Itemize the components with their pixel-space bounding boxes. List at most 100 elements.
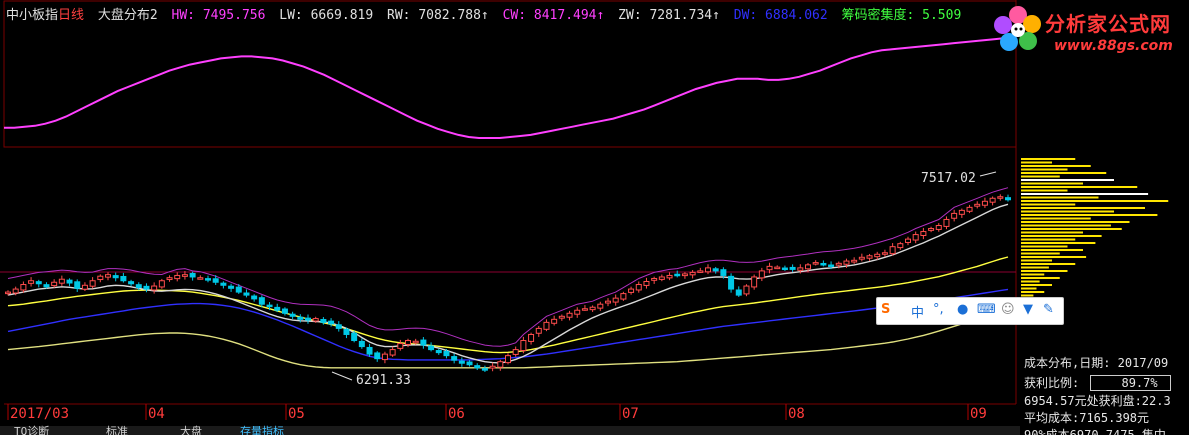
keyboard-icon[interactable]: ⌨ (977, 302, 996, 317)
cost-distribution-bar (1021, 179, 1114, 181)
candle-body (928, 228, 935, 231)
candle-body (251, 295, 258, 300)
ma-white-line (7, 203, 1009, 364)
candle-body (197, 277, 204, 280)
candle-body (235, 286, 242, 293)
logo-title: 分析家公式网 (1045, 12, 1171, 36)
candle-body (912, 234, 919, 241)
candle-body (181, 274, 188, 277)
candle-body (812, 262, 819, 265)
candle-body (374, 352, 381, 360)
candle-body (651, 277, 658, 281)
candle-body (328, 320, 335, 325)
candle-body (497, 361, 504, 368)
logo-url: www.88gs.com (1054, 38, 1173, 54)
candle-body (135, 284, 142, 289)
punctuation-toggle[interactable]: °, (933, 302, 944, 317)
cost-distribution-bar (1021, 252, 1060, 255)
cost-distribution-bar (1021, 273, 1045, 276)
period-label[interactable]: 日线 (58, 8, 84, 23)
tab-market[interactable]: 大盘 (180, 423, 202, 435)
candle-body (20, 284, 27, 291)
candle-body (874, 253, 881, 258)
candle-body (266, 304, 273, 308)
cost-distribution-bar (1021, 228, 1122, 230)
tab-standard[interactable]: 标准 (106, 423, 128, 435)
cost-distribution-bar (1021, 161, 1052, 164)
candle-body (405, 340, 411, 345)
candle-body (681, 273, 688, 277)
candle-body (574, 309, 581, 315)
candle-body (781, 267, 788, 271)
candle-body (320, 318, 327, 323)
ime-toolbar[interactable]: S 中 °, ● ⌨ ☺ ▼ ✎ (876, 297, 1064, 325)
cost-distribution-bar (1021, 217, 1091, 220)
candle-body (951, 212, 958, 219)
candle-body (274, 306, 281, 311)
candle-body (51, 281, 58, 287)
candle-body (974, 203, 981, 207)
candle-body (420, 339, 427, 346)
candle-body (89, 280, 96, 287)
candle-body (43, 284, 50, 288)
shirt-icon[interactable]: ▼ (1023, 302, 1033, 317)
cost-distribution-bar (1021, 256, 1087, 258)
cost-distribution-bar (1021, 200, 1169, 202)
low-marker-arrow (331, 371, 353, 381)
candle-body (428, 345, 435, 351)
candle-body (35, 281, 42, 285)
candle-body (612, 297, 619, 303)
candle-body (589, 306, 596, 311)
high-price-label: 7517.02 (921, 171, 976, 186)
candle-body (897, 243, 904, 249)
candle-body (474, 365, 481, 369)
indicator-name[interactable]: 大盘分布2 (98, 8, 158, 23)
candle-body (851, 259, 858, 263)
flower-logo-icon (994, 6, 1041, 51)
candle-body (835, 262, 842, 266)
cost-distribution-bar (1021, 186, 1138, 188)
candle-body (758, 270, 765, 279)
mic-icon[interactable]: ● (957, 302, 968, 317)
candle-body (551, 318, 558, 324)
ime-mode-toggle[interactable]: 中 (911, 302, 924, 321)
sogou-icon[interactable]: S (881, 302, 890, 317)
tab-tq-diagnosis[interactable]: TQ诊断 (14, 423, 49, 435)
candle-body (389, 349, 396, 356)
candle-body (966, 206, 973, 212)
candle-body (289, 313, 296, 317)
chart-canvas: 2017/03 04 05 06 07 08 09 (0, 0, 1169, 422)
wrench-icon[interactable]: ✎ (1043, 302, 1054, 317)
cost-distribution-bar (1021, 245, 1068, 248)
upper-indicator-line (4, 35, 1017, 139)
person-icon[interactable]: ☺ (1001, 302, 1015, 317)
high-marker-arrow (979, 171, 997, 177)
profit-ratio-label: 获利比例: (1024, 376, 1080, 390)
candle-body (166, 277, 173, 281)
candle-body (512, 349, 519, 355)
month-label: 07 (622, 406, 639, 422)
month-label: 05 (288, 406, 305, 422)
bottom-tab-bar: TQ诊断 标准 大盘 存量指标 (0, 423, 1020, 435)
hw-value: HW: 7495.756 (171, 8, 266, 23)
candle-body (1005, 197, 1011, 201)
candle-body (643, 281, 650, 286)
candle-body (720, 269, 727, 276)
candle-body (505, 355, 511, 364)
cost-distribution-bar (1021, 165, 1091, 167)
cost-distribution-bar (1021, 158, 1076, 160)
candle-body (705, 267, 711, 273)
tab-stock-indicator[interactable]: 存量指标 (240, 423, 284, 435)
resistance-band-line (7, 187, 1009, 347)
profit-at-price: 6954.57元处获利盘:22.3 (1024, 394, 1171, 408)
candle-body (243, 292, 250, 296)
cost-distribution-bar (1021, 221, 1130, 223)
candle-body (74, 281, 81, 289)
indicator-header: 中小板指日线 大盘分布2 HW: 7495.756 LW: 6669.819 R… (6, 4, 967, 23)
candle-body (443, 350, 450, 357)
candle-body (728, 275, 735, 290)
cost-distribution-bar (1021, 224, 1111, 227)
cost-distribution-bar (1021, 284, 1052, 286)
index-name[interactable]: 中小板指 (6, 8, 58, 23)
candle-body (858, 256, 865, 260)
